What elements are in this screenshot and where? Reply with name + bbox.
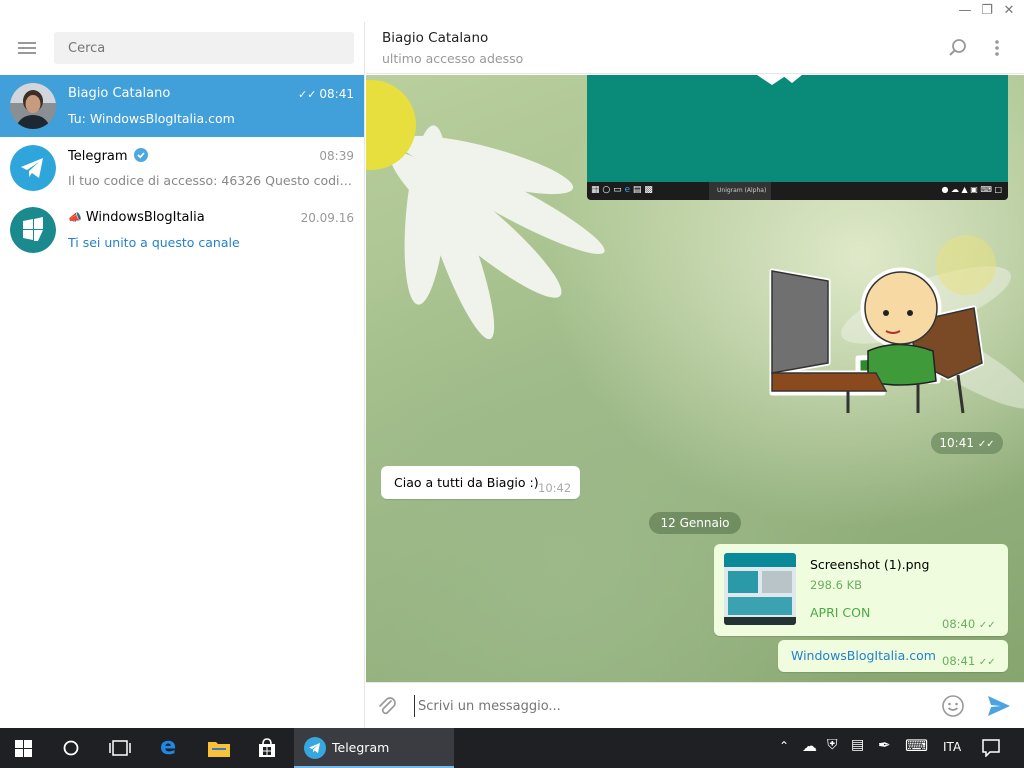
chat-item-biagio[interactable]: Biagio Catalano ✓✓ 08:41 Tu: WindowsBlogI… (0, 75, 364, 137)
chat-time: 08:39 (319, 149, 354, 163)
chat-time: 20.09.16 (300, 211, 354, 225)
message-time: 10:42 (538, 481, 572, 495)
telegram-logo-icon (304, 737, 326, 759)
chat-item-windowsblogitalia[interactable]: 📣 WindowsBlogItalia 20.09.16 Ti sei unit… (0, 199, 364, 261)
more-vertical-icon[interactable] (993, 38, 1001, 58)
peer-name[interactable]: Biagio Catalano (382, 30, 488, 46)
chat-header: Biagio Catalano ultimo accesso adesso (366, 22, 1024, 74)
windows-icon: ▦ ○ ▭ e ▤ ▩ (591, 185, 653, 195)
file-explorer-icon[interactable] (208, 739, 230, 757)
image-message[interactable]: ▦ ○ ▭ e ▤ ▩ Unigram (Alpha) ● ☁ ▲ ▣ ⌨ □ (587, 75, 1008, 200)
file-name: Screenshot (1).png (810, 557, 930, 572)
tray-icons: ● ☁ ▲ ▣ ⌨ □ (941, 185, 1002, 194)
emoji-icon[interactable] (941, 694, 965, 718)
file-thumbnail[interactable] (724, 553, 796, 625)
search-input[interactable] (54, 32, 354, 64)
close-button[interactable]: ✕ (994, 0, 1024, 22)
sticker-icon[interactable] (768, 263, 984, 419)
taskbar-telegram-button[interactable]: Telegram (294, 728, 454, 768)
double-check-icon: ✓✓ (978, 657, 996, 668)
chevron-up-icon[interactable]: ⌃ (779, 739, 789, 753)
open-with-button[interactable]: APRI CON (810, 605, 870, 620)
search-icon[interactable] (948, 38, 968, 58)
embedded-app-label: Unigram (Alpha) (709, 182, 771, 200)
network-icon[interactable]: ▤ (851, 737, 864, 753)
embedded-taskbar: ▦ ○ ▭ e ▤ ▩ Unigram (Alpha) ● ☁ ▲ ▣ ⌨ □ (587, 182, 1008, 200)
sticker-timestamp: 10:41 ✓✓ (931, 432, 1003, 454)
telegram-logo-icon (10, 145, 56, 191)
menu-icon[interactable] (18, 42, 36, 54)
task-view-icon[interactable] (109, 740, 131, 756)
megaphone-icon: 📣 (68, 211, 82, 224)
chat-time: ✓✓ 08:41 (297, 87, 354, 101)
outgoing-message[interactable]: WindowsBlogItalia.com 08:41 ✓✓ (778, 640, 1008, 672)
chat-preview: Tu: WindowsBlogItalia.com (68, 111, 235, 126)
verified-icon (133, 148, 148, 162)
chat-item-telegram[interactable]: Telegram 08:39 Il tuo codice di accesso:… (0, 137, 364, 199)
message-time: 08:41 ✓✓ (942, 654, 996, 668)
windows-start-icon[interactable] (15, 740, 32, 757)
message-link[interactable]: WindowsBlogItalia.com (791, 648, 936, 663)
message-input[interactable] (414, 695, 914, 717)
message-text: Ciao a tutti da Biagio :) (394, 475, 539, 490)
file-size: 298.6 KB (810, 578, 863, 592)
pen-icon[interactable]: ✒ (878, 736, 891, 754)
message-time: 08:40 ✓✓ (942, 617, 996, 631)
message-area[interactable]: ▦ ○ ▭ e ▤ ▩ Unigram (Alpha) ● ☁ ▲ ▣ ⌨ □ … (366, 75, 1024, 682)
chat-preview: Ti sei unito a questo canale (68, 235, 240, 250)
language-indicator[interactable]: ITA (943, 740, 961, 754)
attach-icon[interactable] (376, 695, 398, 717)
double-check-icon: ✓✓ (978, 620, 996, 631)
window-titlebar: — ❐ ✕ (0, 0, 1024, 22)
chat-preview: Il tuo codice di accesso: 46326 Questo c… (68, 173, 356, 188)
message-composer (366, 682, 1024, 728)
double-check-icon: ✓✓ (977, 439, 995, 450)
avatar (10, 83, 56, 129)
windows-taskbar: e Telegram ⌃ ☁ ⛨ ▤ ✒ ⌨ ITA (0, 728, 1024, 768)
edge-icon[interactable]: e (160, 732, 176, 760)
store-icon[interactable] (257, 738, 277, 758)
date-separator: 12 Gennaio (649, 512, 741, 534)
windowsblogitalia-logo-icon (10, 207, 56, 253)
cortana-icon[interactable] (63, 740, 79, 756)
file-message[interactable]: Screenshot (1).png 298.6 KB APRI CON 08:… (714, 544, 1008, 636)
image-shape-icon (757, 75, 802, 85)
chat-list-sidebar: Biagio Catalano ✓✓08:41 Tu: WindowsBlogI… (0, 22, 365, 728)
double-check-icon: ✓✓ (297, 88, 317, 101)
chat-name: Biagio Catalano (68, 86, 171, 101)
chat-name: Telegram (68, 148, 148, 164)
send-icon[interactable] (987, 695, 1011, 717)
chat-name: 📣 WindowsBlogItalia (68, 210, 205, 225)
shield-icon[interactable]: ⛨ (827, 737, 838, 753)
taskbar-app-label: Telegram (332, 740, 390, 755)
keyboard-icon[interactable]: ⌨ (905, 736, 928, 755)
action-center-icon[interactable] (982, 739, 1000, 757)
peer-status: ultimo accesso adesso (382, 51, 524, 66)
incoming-message[interactable]: Ciao a tutti da Biagio :) 10:42 (381, 466, 580, 499)
onedrive-icon[interactable]: ☁ (802, 737, 817, 755)
